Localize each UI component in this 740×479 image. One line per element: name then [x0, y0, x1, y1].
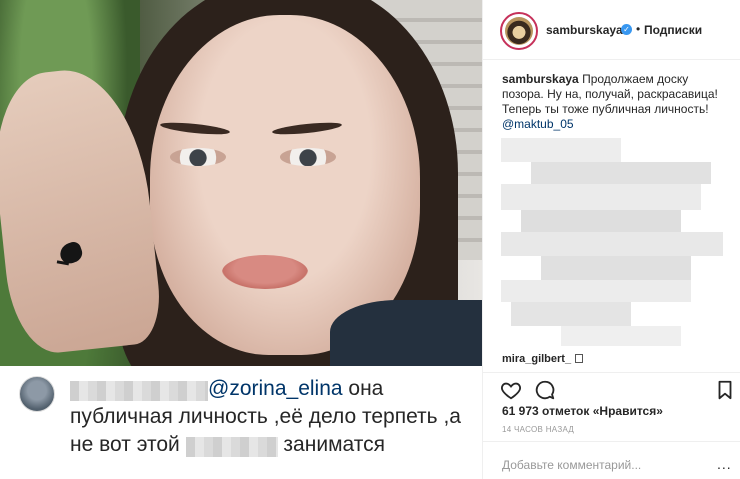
post-photo: [0, 0, 482, 366]
more-options-icon[interactable]: ...: [717, 456, 732, 472]
heart-icon[interactable]: [500, 379, 522, 401]
screenshot-comment-card: @zorina_elina она публичная личность ,её…: [0, 366, 482, 479]
comment-mention: @zorina_elina: [208, 377, 343, 400]
likes-count[interactable]: 61 973 отметок «Нравится»: [502, 404, 663, 418]
bookmark-icon[interactable]: [714, 379, 736, 401]
action-bar: [483, 372, 740, 402]
verified-badge-icon: ✓: [621, 24, 632, 35]
emoji-placeholder-icon: [575, 354, 584, 363]
author-avatar[interactable]: [500, 12, 538, 50]
comment-row: mira_gilbert_: [502, 353, 584, 365]
post-caption: samburskaya Продолжаем доску позора. Ну …: [502, 72, 732, 132]
add-comment-input[interactable]: Добавьте комментарий...: [502, 458, 641, 472]
following-button[interactable]: Подписки: [644, 23, 702, 37]
caption-mention-link[interactable]: @maktub_05: [502, 117, 732, 132]
photo-lips: [222, 255, 308, 289]
comment-bubble-icon[interactable]: [534, 379, 556, 401]
commenter-avatar: [19, 376, 55, 412]
comment-username[interactable]: mira_gilbert_: [502, 353, 571, 365]
header-separator: •: [636, 22, 641, 36]
screenshot-comment-text: @zorina_elina она публичная личность ,её…: [70, 375, 470, 459]
photo-left-eye: [170, 148, 226, 166]
post-header: samburskaya ✓ • Подписки: [483, 0, 740, 60]
pixelated-comments: [501, 138, 723, 348]
add-comment-bar: Добавьте комментарий... ...: [483, 441, 740, 479]
author-avatar-image: [505, 17, 533, 45]
caption-username[interactable]: samburskaya: [502, 72, 579, 86]
comment-text-part-2: заниматся: [277, 433, 385, 456]
post-side-panel: samburskaya ✓ • Подписки samburskaya Про…: [482, 0, 740, 479]
pixelated-username: [70, 381, 208, 401]
photo-jacket: [330, 300, 482, 366]
photo-right-eye: [280, 148, 336, 166]
pixelated-word: [185, 437, 278, 457]
author-username[interactable]: samburskaya: [546, 23, 623, 37]
post-timestamp: 14 ЧАСОВ НАЗАД: [502, 425, 575, 434]
